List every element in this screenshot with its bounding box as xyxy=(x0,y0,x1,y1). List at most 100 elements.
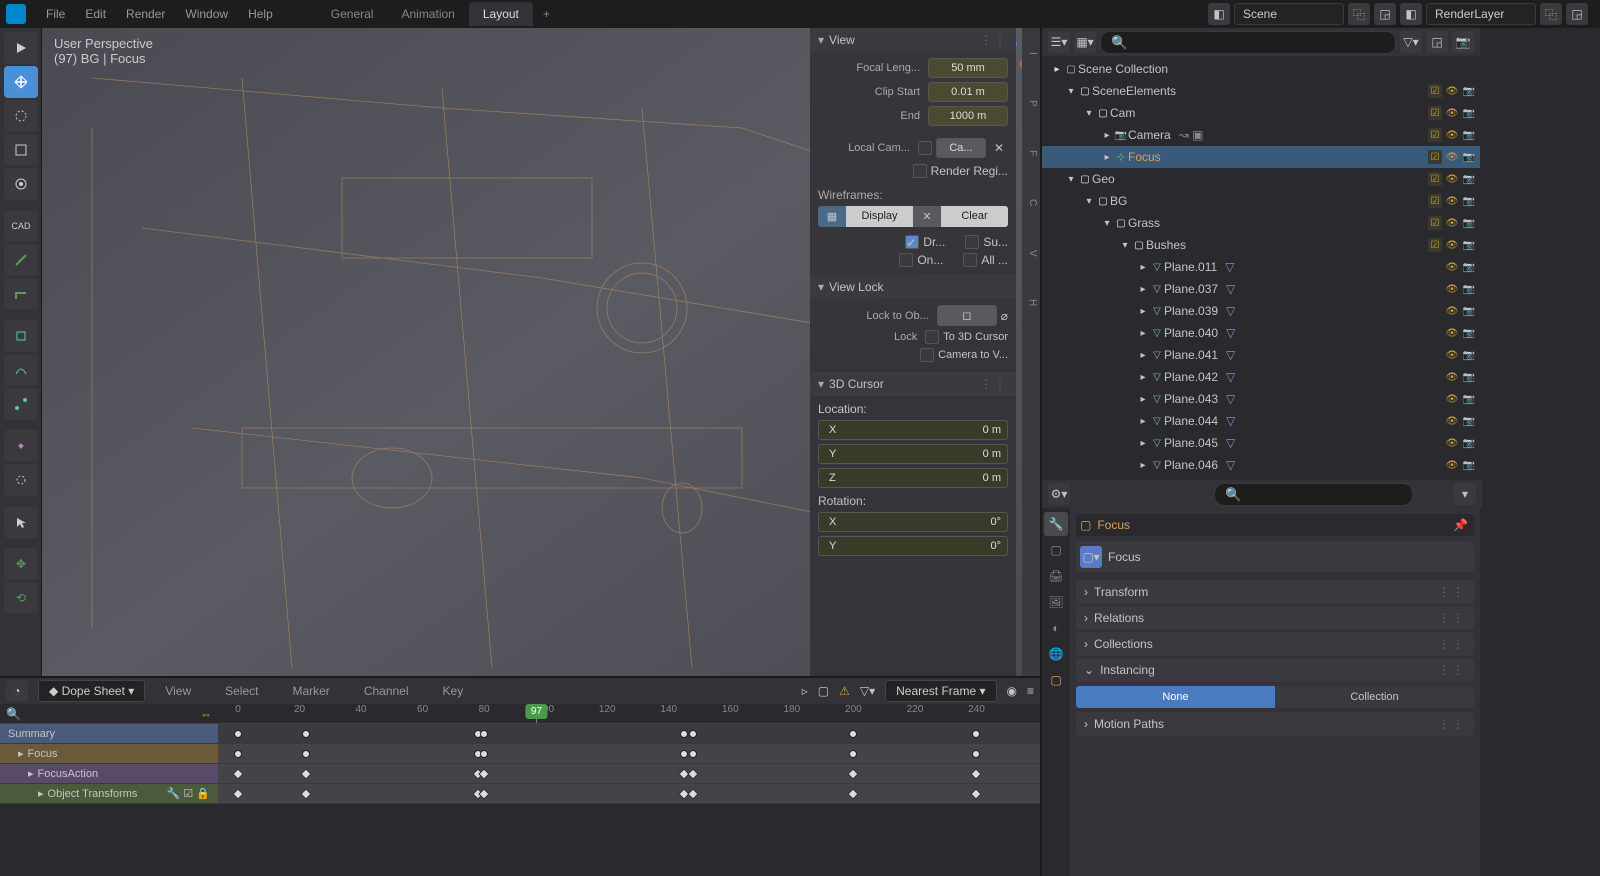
n-tab-h[interactable]: H xyxy=(1022,278,1040,328)
keyframe[interactable] xyxy=(302,750,310,758)
n-tab-v[interactable]: V xyxy=(1022,228,1040,278)
tree-row-plane-011[interactable]: ▸▽Plane.011▽👁📷 xyxy=(1042,256,1480,278)
wf-all-check[interactable] xyxy=(963,253,977,267)
exclude-check-icon[interactable]: ☑ xyxy=(1428,84,1442,98)
visibility-icon[interactable]: 👁 xyxy=(1445,260,1459,274)
render-visibility-icon[interactable]: 📷 xyxy=(1462,106,1476,120)
render-visibility-icon[interactable]: 📷 xyxy=(1462,84,1476,98)
visibility-icon[interactable]: 👁 xyxy=(1445,194,1459,208)
tree-row-plane-045[interactable]: ▸▽Plane.045▽👁📷 xyxy=(1042,432,1480,454)
tree-row-geo[interactable]: ▾▢Geo☑👁📷 xyxy=(1042,168,1480,190)
props-tab-world[interactable]: 🌐 xyxy=(1044,642,1068,666)
cursor-tool[interactable] xyxy=(4,100,38,132)
keyframe[interactable] xyxy=(688,768,699,779)
props-tab-tool[interactable]: 🔧 xyxy=(1044,512,1068,536)
keyframe[interactable] xyxy=(971,768,982,779)
move-tool[interactable] xyxy=(4,134,38,166)
wf-only-check[interactable] xyxy=(899,253,913,267)
tree-row-grass[interactable]: ▾▢Grass☑👁📷 xyxy=(1042,212,1480,234)
scene-name-field[interactable]: Scene xyxy=(1234,3,1344,25)
render-visibility-icon[interactable]: 📷 xyxy=(1462,392,1476,406)
track-label-focusaction[interactable]: ▸ FocusAction xyxy=(0,764,218,783)
expand-icon[interactable]: ⇔ xyxy=(200,707,212,721)
expand-icon[interactable]: ▸ xyxy=(1136,436,1150,450)
layer-pin-button[interactable]: ◲ xyxy=(1566,3,1588,25)
keyframe[interactable] xyxy=(232,788,243,799)
data-block-icon[interactable]: ▢▾ xyxy=(1080,546,1102,568)
visibility-icon[interactable]: 👁 xyxy=(1445,128,1459,142)
expand-icon[interactable]: ▾ xyxy=(1118,238,1132,252)
render-visibility-icon[interactable]: 📷 xyxy=(1462,128,1476,142)
track-label-object transforms[interactable]: ▸ Object Transforms🔧 ☑ 🔒 xyxy=(0,784,218,803)
outliner-search-input[interactable] xyxy=(1100,31,1396,54)
track-keys[interactable] xyxy=(218,724,1040,743)
expand-icon[interactable]: ▸ xyxy=(1100,150,1114,164)
select-box-tool[interactable] xyxy=(4,66,38,98)
dope-menu-view[interactable]: View xyxy=(155,680,201,702)
tree-row-focus[interactable]: ▸⊹Focus☑👁📷 xyxy=(1042,146,1480,168)
collections-section[interactable]: ›Collections⋮⋮ xyxy=(1076,632,1474,656)
props-editor-icon[interactable]: ⚙▾ xyxy=(1048,483,1070,505)
track-label-focus[interactable]: ▸ Focus xyxy=(0,744,218,763)
local-camera-clear-icon[interactable]: ✕ xyxy=(990,141,1008,155)
wireframe-icon-button[interactable]: ▦ xyxy=(818,206,846,227)
dope-mode-select[interactable]: ◆ Dope Sheet ▾ xyxy=(38,680,145,702)
scene-browse-icon[interactable]: ◧ xyxy=(1208,3,1230,25)
track-label-summary[interactable]: Summary xyxy=(0,724,218,743)
filter-icon[interactable]: ▽▾ xyxy=(860,684,875,698)
box-select-icon[interactable]: ▢ xyxy=(818,684,829,698)
cad-tool[interactable]: CAD xyxy=(4,210,38,242)
render-visibility-icon[interactable]: 📷 xyxy=(1462,370,1476,384)
keyframe[interactable] xyxy=(849,750,857,758)
wf-suppress-check[interactable] xyxy=(965,235,979,249)
visibility-icon[interactable]: 👁 xyxy=(1445,106,1459,120)
pointer-tool[interactable] xyxy=(4,506,38,538)
scene-collection-row[interactable]: ▸ ▢ Scene Collection xyxy=(1042,58,1480,80)
workspace-tab-general[interactable]: General xyxy=(317,2,388,26)
n-tab-f[interactable]: F xyxy=(1022,128,1040,178)
data-name-field[interactable]: Focus xyxy=(1108,550,1141,564)
expand-icon[interactable]: ▾ xyxy=(1064,172,1078,186)
instancing-none-button[interactable]: None xyxy=(1076,686,1275,708)
keyframe[interactable] xyxy=(849,730,857,738)
keyframe[interactable] xyxy=(480,730,488,738)
expand-icon[interactable]: ▸ xyxy=(1136,260,1150,274)
visibility-icon[interactable]: 👁 xyxy=(1445,436,1459,450)
scale-tool[interactable] xyxy=(4,464,38,496)
app-logo[interactable] xyxy=(6,4,26,24)
keyframe[interactable] xyxy=(300,788,311,799)
annotate-tool[interactable] xyxy=(4,244,38,276)
render-visibility-icon[interactable]: 📷 xyxy=(1462,436,1476,450)
props-search-input[interactable] xyxy=(1214,483,1413,506)
render-layer-field[interactable]: RenderLayer xyxy=(1426,3,1536,25)
keyframe[interactable] xyxy=(848,768,859,779)
expand-icon[interactable]: ▸ xyxy=(1136,414,1150,428)
keyframe[interactable] xyxy=(972,730,980,738)
dope-editor-type-icon[interactable]: ◔ xyxy=(6,680,28,702)
measure-tool[interactable] xyxy=(4,278,38,310)
tree-row-camera[interactable]: ▸📷Camera↝ ▣☑👁📷 xyxy=(1042,124,1480,146)
snap-mode-select[interactable]: Nearest Frame ▾ xyxy=(885,680,996,702)
render-visibility-icon[interactable]: 📷 xyxy=(1462,194,1476,208)
focal-length-field[interactable]: 50 mm xyxy=(928,58,1008,78)
keyframe[interactable] xyxy=(688,788,699,799)
n-tab-p[interactable]: P xyxy=(1022,78,1040,128)
eyedropper-icon[interactable]: ⌀ xyxy=(1001,309,1008,323)
keyframe[interactable] xyxy=(302,730,310,738)
expand-icon[interactable]: ▾ xyxy=(1082,194,1096,208)
tree-row-plane-041[interactable]: ▸▽Plane.041▽👁📷 xyxy=(1042,344,1480,366)
expand-icon[interactable]: ▸ xyxy=(1136,304,1150,318)
render-region-check[interactable] xyxy=(913,164,927,178)
render-visibility-icon[interactable]: 📷 xyxy=(1462,172,1476,186)
expand-icon[interactable]: ▸ xyxy=(1136,348,1150,362)
render-visibility-icon[interactable]: 📷 xyxy=(1462,238,1476,252)
keyframe[interactable] xyxy=(848,788,859,799)
keyframe[interactable] xyxy=(971,788,982,799)
track-keys[interactable] xyxy=(218,764,1040,783)
lock-camera-check[interactable] xyxy=(920,348,934,362)
search-icon[interactable]: 🔍 xyxy=(6,707,21,721)
wireframe-display-button[interactable]: Display xyxy=(846,206,913,227)
expand-icon[interactable]: ▸ xyxy=(1136,458,1150,472)
tree-row-plane-044[interactable]: ▸▽Plane.044▽👁📷 xyxy=(1042,410,1480,432)
visibility-icon[interactable]: 👁 xyxy=(1445,150,1459,164)
